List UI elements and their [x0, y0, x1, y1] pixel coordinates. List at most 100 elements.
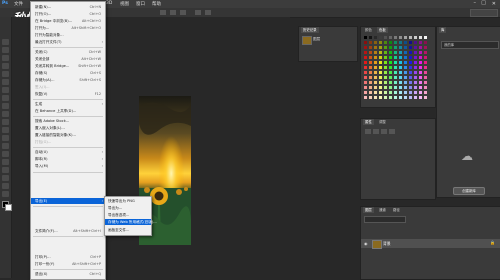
- color-swatch[interactable]: [409, 61, 412, 64]
- color-swatch[interactable]: [379, 56, 382, 59]
- color-swatch[interactable]: [404, 56, 407, 59]
- color-swatch[interactable]: [404, 86, 407, 89]
- color-swatch[interactable]: [364, 46, 367, 49]
- move-tool-icon[interactable]: [2, 39, 9, 45]
- color-swatch[interactable]: [364, 51, 367, 54]
- color-swatch[interactable]: [419, 41, 422, 44]
- color-swatch[interactable]: [379, 91, 382, 94]
- shape-tool-icon[interactable]: [2, 175, 9, 181]
- color-swatch[interactable]: [384, 66, 387, 69]
- color-swatch[interactable]: [419, 56, 422, 59]
- color-swatch[interactable]: [404, 66, 407, 69]
- menu-item-place-embedded[interactable]: 置入嵌入对象(L)...: [31, 125, 105, 131]
- option-icon[interactable]: [170, 10, 176, 15]
- color-swatch[interactable]: [389, 76, 392, 79]
- marquee-tool-icon[interactable]: [2, 47, 9, 53]
- color-swatch[interactable]: [399, 71, 402, 74]
- color-swatch[interactable]: [409, 86, 412, 89]
- color-swatch[interactable]: [384, 76, 387, 79]
- color-swatch[interactable]: [379, 96, 382, 99]
- dodge-tool-icon[interactable]: [2, 143, 9, 149]
- maximize-icon[interactable]: □: [481, 0, 486, 6]
- color-swatch[interactable]: [389, 96, 392, 99]
- color-swatch[interactable]: [419, 66, 422, 69]
- color-swatch[interactable]: [394, 61, 397, 64]
- color-swatch[interactable]: [374, 76, 377, 79]
- color-swatch[interactable]: [409, 91, 412, 94]
- color-swatch[interactable]: [399, 51, 402, 54]
- blur-tool-icon[interactable]: [2, 135, 9, 141]
- color-swatch[interactable]: [379, 36, 382, 39]
- color-swatch[interactable]: [374, 71, 377, 74]
- menu-item-exit[interactable]: 退出(X) Ctrl+Q: [31, 271, 105, 277]
- color-swatch[interactable]: [394, 81, 397, 84]
- color-swatch[interactable]: [414, 66, 417, 69]
- history-brush-tool-icon[interactable]: [2, 111, 9, 117]
- color-swatch[interactable]: [389, 81, 392, 84]
- menu-view[interactable]: 视图: [120, 1, 129, 7]
- eyedropper-tool-icon[interactable]: [2, 79, 9, 85]
- menu-item-place-linked[interactable]: 置入链接的智能对象(K)...: [31, 132, 105, 138]
- color-swatch[interactable]: [409, 51, 412, 54]
- gradient-tool-icon[interactable]: [2, 127, 9, 133]
- color-swatch[interactable]: [399, 66, 402, 69]
- path-select-tool-icon[interactable]: [2, 167, 9, 173]
- color-swatch[interactable]: [399, 91, 402, 94]
- color-swatch[interactable]: [384, 71, 387, 74]
- color-swatch[interactable]: [374, 91, 377, 94]
- option-icon[interactable]: [205, 10, 211, 15]
- menu-item-save-as[interactable]: 存储为(A)... Shift+Ctrl+S: [31, 77, 105, 83]
- layer-row-background[interactable]: ◉ 背景 🔒: [361, 239, 500, 249]
- history-state-label[interactable]: 图层: [313, 37, 320, 42]
- color-swatch[interactable]: [369, 46, 372, 49]
- menu-item-import[interactable]: 导入(M) ›: [31, 163, 105, 169]
- color-swatch[interactable]: [394, 36, 397, 39]
- color-swatch[interactable]: [389, 86, 392, 89]
- color-swatch[interactable]: [364, 86, 367, 89]
- pen-tool-icon[interactable]: [2, 151, 9, 157]
- color-swatch[interactable]: [389, 41, 392, 44]
- color-swatch[interactable]: [374, 51, 377, 54]
- color-swatch[interactable]: [419, 86, 422, 89]
- library-dropdown[interactable]: 我的库: [441, 41, 499, 49]
- menu-help[interactable]: 帮助: [152, 1, 161, 7]
- color-swatch[interactable]: [364, 96, 367, 99]
- color-swatch[interactable]: [379, 51, 382, 54]
- quick-select-tool-icon[interactable]: [2, 63, 9, 69]
- minimize-icon[interactable]: –: [474, 0, 477, 6]
- color-swatch[interactable]: [419, 71, 422, 74]
- color-swatch[interactable]: [409, 81, 412, 84]
- color-swatch[interactable]: [404, 96, 407, 99]
- menu-item-close[interactable]: 关闭(C) Ctrl+W: [31, 49, 105, 55]
- color-swatch[interactable]: [364, 41, 367, 44]
- menu-item-print-one[interactable]: 打印一份(Y) Alt+Shift+Ctrl+P: [31, 261, 105, 267]
- color-swatch[interactable]: [384, 41, 387, 44]
- menu-item-open-smart-object[interactable]: 打开为智能对象...: [31, 32, 105, 38]
- color-swatch[interactable]: [394, 56, 397, 59]
- color-swatch[interactable]: [374, 61, 377, 64]
- menu-item-revert[interactable]: 恢复(V) F12: [31, 91, 105, 97]
- color-swatch[interactable]: [399, 76, 402, 79]
- color-swatch[interactable]: [399, 56, 402, 59]
- color-swatch[interactable]: [364, 81, 367, 84]
- color-swatch[interactable]: [419, 91, 422, 94]
- color-swatch[interactable]: [399, 36, 402, 39]
- color-swatch[interactable]: [414, 76, 417, 79]
- menu-item-share-behance[interactable]: 在 Behance 上共享(D)...: [31, 108, 105, 114]
- color-swatch[interactable]: [399, 86, 402, 89]
- tab-properties[interactable]: 属性: [363, 119, 374, 125]
- eye-icon[interactable]: ◉: [364, 241, 368, 246]
- color-swatch[interactable]: [369, 51, 372, 54]
- color-swatch[interactable]: [424, 61, 427, 64]
- menu-item-browse-bridge[interactable]: 在 Bridge 中浏览(B)... Alt+Ctrl+O: [31, 18, 105, 24]
- color-swatch[interactable]: [374, 56, 377, 59]
- color-swatch[interactable]: [404, 76, 407, 79]
- color-swatch[interactable]: [384, 46, 387, 49]
- color-swatch[interactable]: [394, 46, 397, 49]
- color-swatch[interactable]: [364, 36, 367, 39]
- color-swatch[interactable]: [424, 76, 427, 79]
- color-swatch[interactable]: [424, 96, 427, 99]
- color-swatch[interactable]: [424, 51, 427, 54]
- color-swatch[interactable]: [404, 41, 407, 44]
- color-swatch[interactable]: [424, 66, 427, 69]
